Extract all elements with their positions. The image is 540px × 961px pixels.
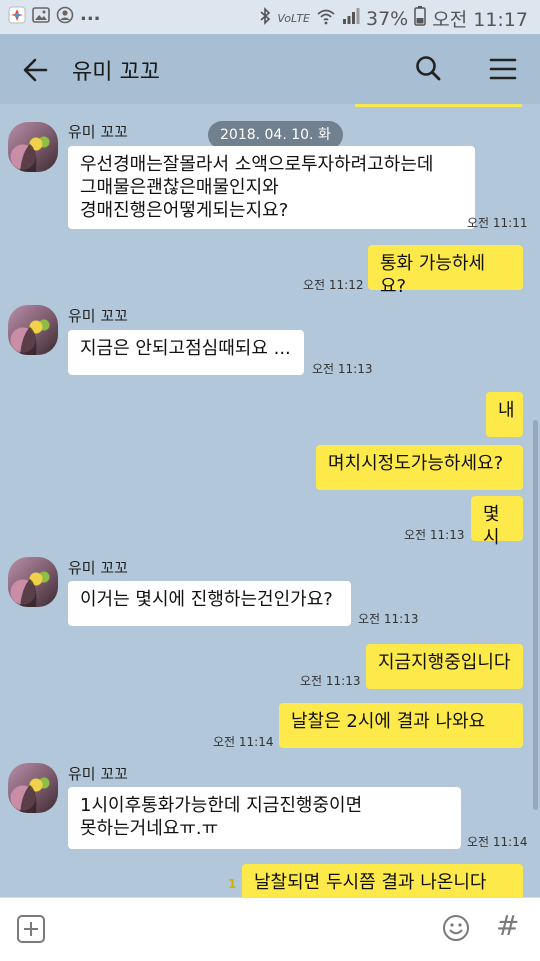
- battery-level: 37%: [366, 7, 409, 30]
- message-time: 오전 11:13: [404, 528, 465, 542]
- message-bubble-incoming[interactable]: 우선경매는잘몰라서 소액으로투자하려고하는데 그매물은괜찮은매물인지와 경매진행…: [68, 146, 475, 229]
- gallery-icon: [32, 6, 50, 24]
- volte-label: VoLTE: [277, 12, 310, 25]
- clock: 오전 11:17: [432, 9, 528, 31]
- message-bubble-incoming[interactable]: 1시이후통화가능한데 지금진행중이면 못하는거네요ㅠ.ㅠ: [68, 787, 461, 849]
- message-bubble-outgoing[interactable]: 몇시: [471, 496, 523, 548]
- back-arrow-icon: [23, 58, 48, 82]
- status-left: ...: [8, 6, 101, 24]
- date-divider: 2018. 04. 10. 화: [208, 121, 343, 149]
- sender-name: 유미 꼬꼬: [68, 307, 128, 325]
- message-bubble-outgoing[interactable]: 내: [486, 392, 523, 437]
- chat-area[interactable]: 유미 꼬꼬 2018. 04. 10. 화 우선경매는잘몰라서 소액으로투자하려…: [0, 104, 540, 897]
- hashtag-search-button[interactable]: #: [496, 909, 519, 942]
- bluetooth-icon: [259, 7, 271, 30]
- message-input[interactable]: [60, 910, 424, 950]
- message-bubble-outgoing[interactable]: 며치시정도가능하세요?: [316, 445, 523, 490]
- message-bubble-incoming[interactable]: 이거는 몇시에 진행하는건인가요?: [68, 581, 351, 626]
- back-button[interactable]: [20, 54, 52, 86]
- avatar[interactable]: [8, 557, 58, 607]
- more-notifications: ...: [80, 4, 101, 25]
- avatar[interactable]: [8, 122, 58, 172]
- search-icon: [416, 56, 441, 81]
- signal-icon: [342, 7, 360, 30]
- message-time: 오전 11:13: [312, 362, 373, 376]
- status-right: VoLTE 37% 오전 11:17: [259, 5, 528, 32]
- message-bubble-outgoing[interactable]: 날찰은 2시에 결과 나와요: [279, 703, 523, 748]
- message-bubble-incoming[interactable]: 지금은 안되고점심때되요 ...: [68, 330, 304, 375]
- status-bar: ... VoLTE 37% 오전 11:17: [0, 0, 540, 34]
- scrollbar[interactable]: [533, 420, 538, 810]
- sender-name: 유미 꼬꼬: [68, 123, 128, 141]
- message-bubble-outgoing[interactable]: 날찰되면 두시쯤 결과 나온니다: [242, 864, 523, 897]
- message-time: 오전 11:14: [213, 735, 274, 749]
- emoticon-button[interactable]: [442, 914, 470, 942]
- previous-message-edge: [355, 104, 522, 107]
- account-icon: [56, 6, 74, 24]
- message-input-bar: #: [0, 897, 540, 961]
- chat-title: 유미 꼬꼬: [72, 60, 160, 85]
- menu-button[interactable]: [486, 52, 520, 86]
- message-time: 오전 11:14: [467, 835, 528, 849]
- message-time: 오전 11:12: [303, 278, 364, 292]
- smiley-icon: [443, 915, 469, 941]
- sender-name: 유미 꼬꼬: [68, 765, 128, 783]
- unread-count: 1: [228, 877, 237, 891]
- message-bubble-outgoing[interactable]: 지금지행중입니다: [366, 644, 523, 689]
- message-time: 오전 11:11: [467, 216, 528, 230]
- battery-icon: [414, 6, 426, 31]
- attach-plus-button[interactable]: [17, 915, 45, 943]
- message-bubble-outgoing[interactable]: 통화 가능하세요?: [368, 245, 523, 297]
- avatar[interactable]: [8, 305, 58, 355]
- chat-header: 유미 꼬꼬: [0, 34, 540, 104]
- wifi-icon: [316, 7, 336, 30]
- sender-name: 유미 꼬꼬: [68, 559, 128, 577]
- message-time: 오전 11:13: [300, 674, 361, 688]
- app-notification-icon: [8, 6, 26, 24]
- avatar[interactable]: [8, 763, 58, 813]
- message-time: 오전 11:13: [358, 612, 419, 626]
- search-button[interactable]: [412, 52, 446, 86]
- hamburger-menu-icon: [489, 58, 517, 80]
